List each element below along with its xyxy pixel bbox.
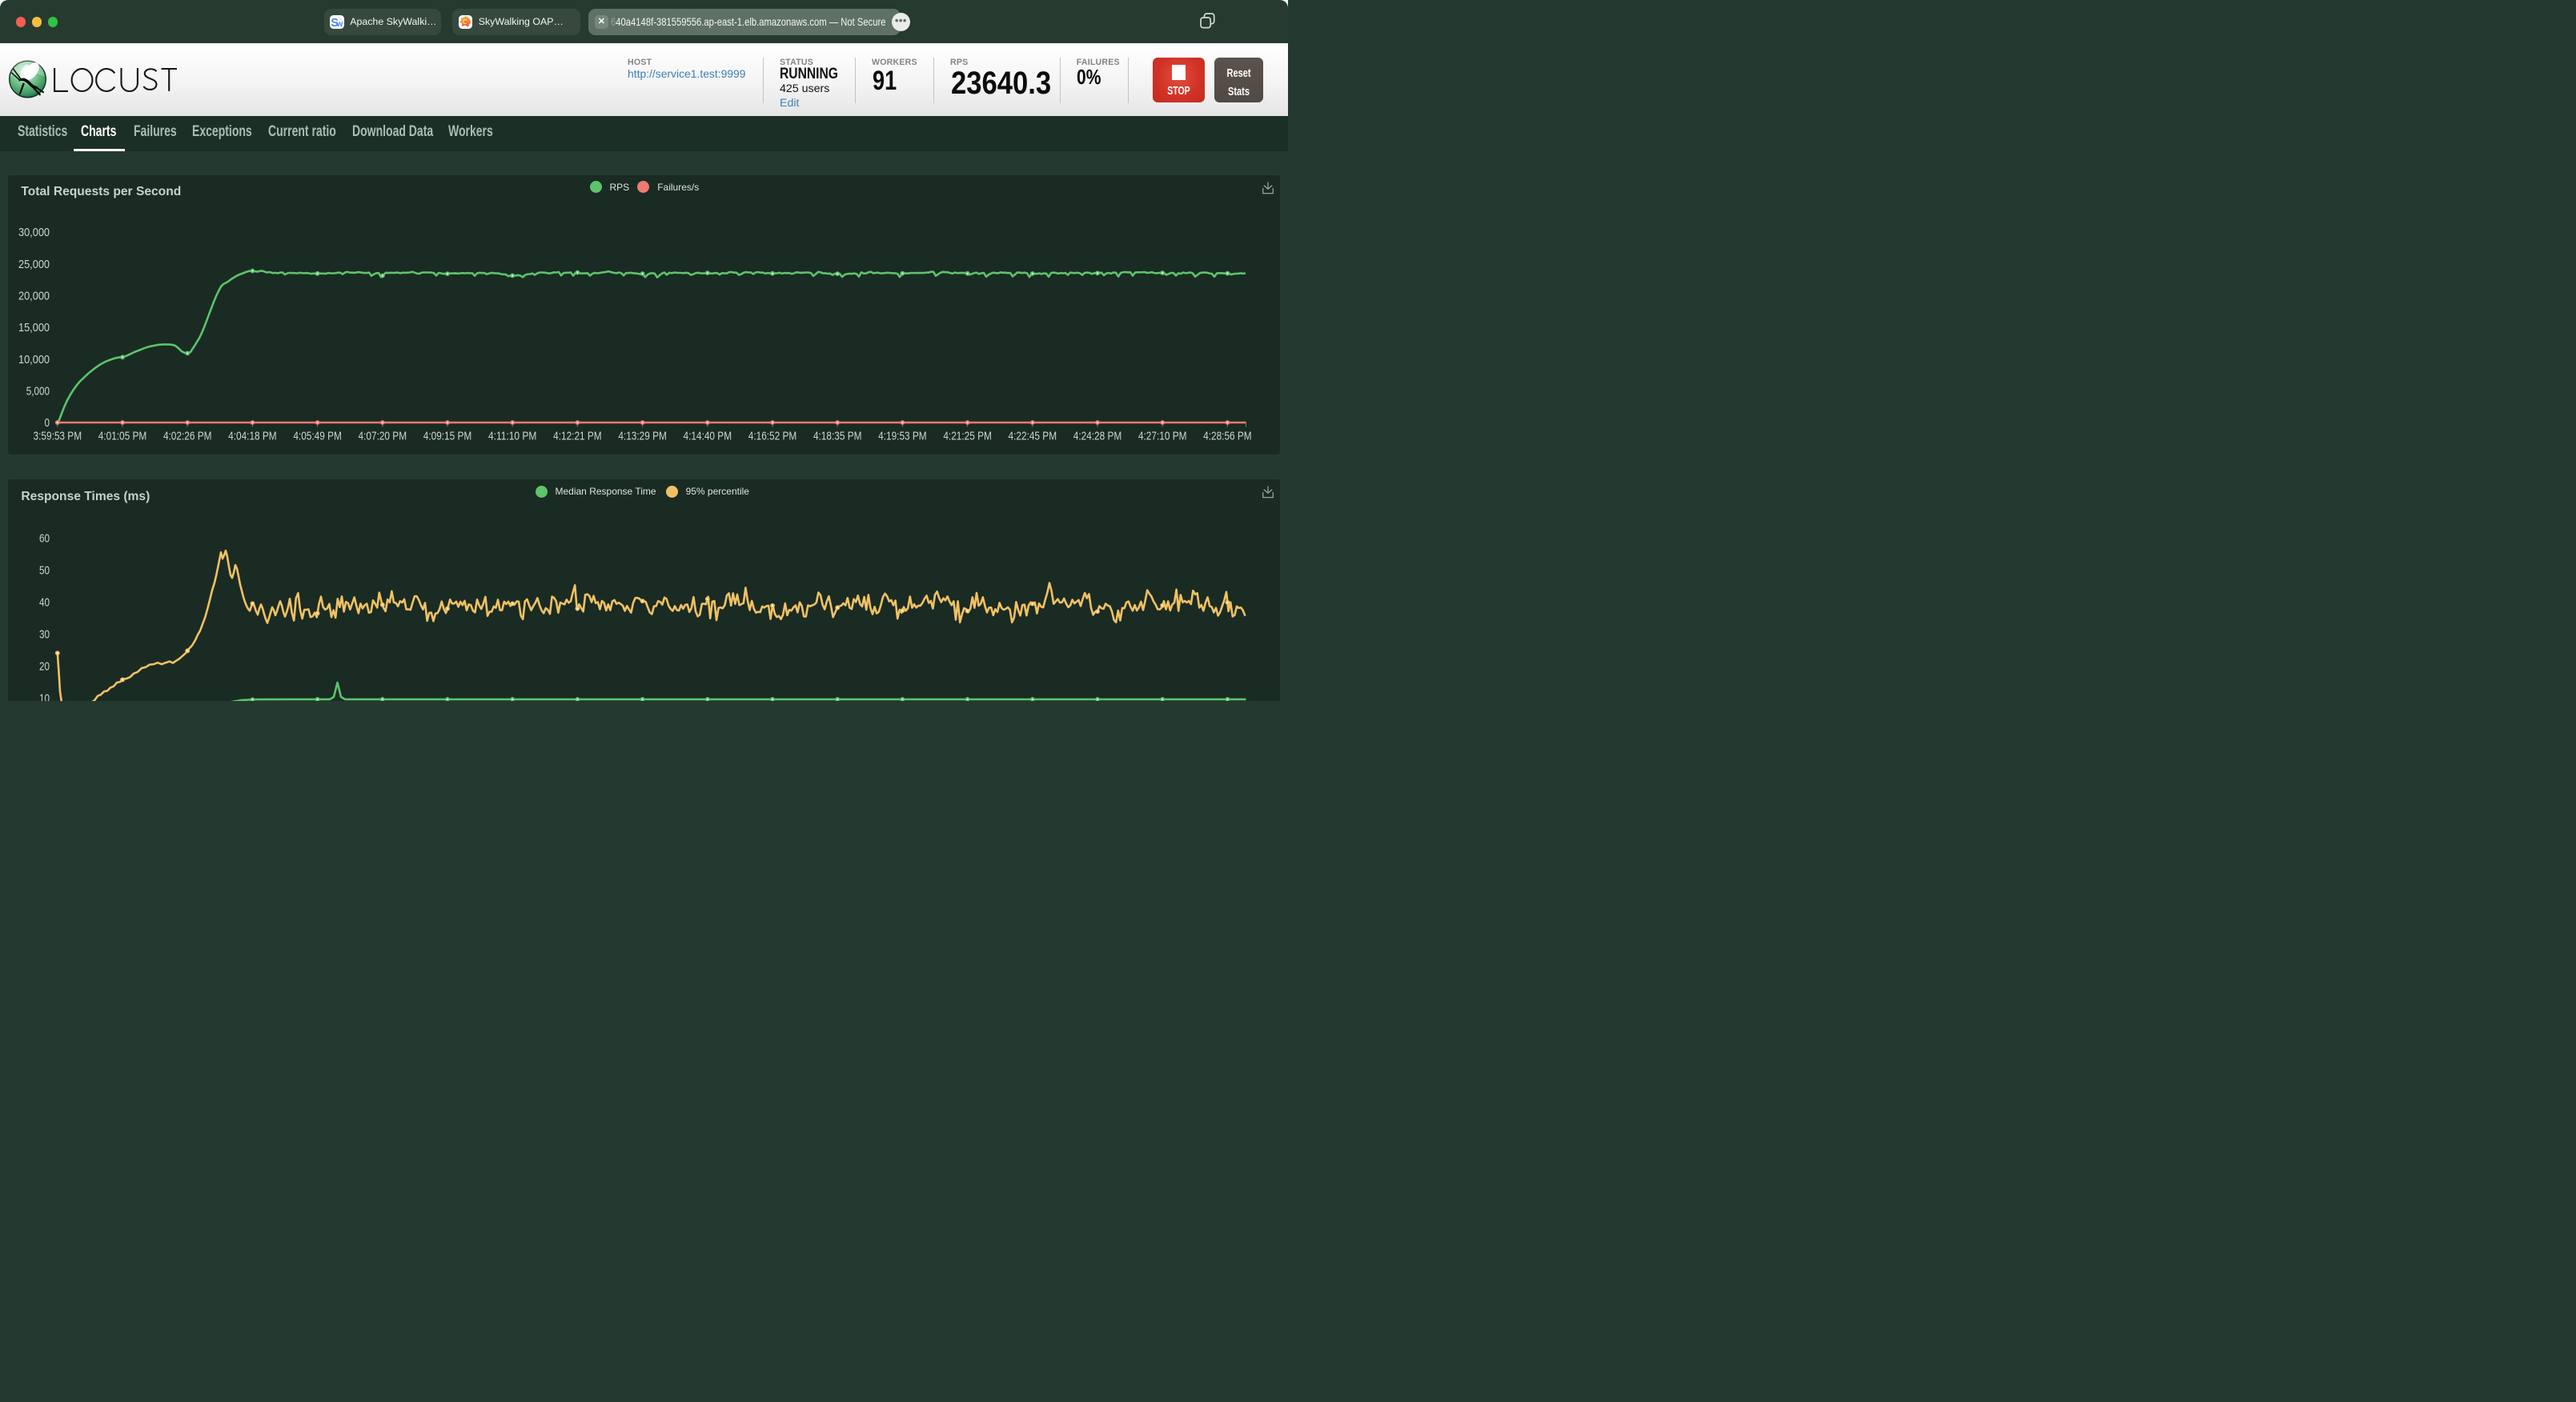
svg-text:10: 10 xyxy=(39,693,50,702)
svg-text:4:02:26 PM: 4:02:26 PM xyxy=(163,430,212,443)
svg-text:50: 50 xyxy=(39,565,50,578)
svg-text:4:24:28 PM: 4:24:28 PM xyxy=(1073,430,1122,443)
svg-text:4:28:56 PM: 4:28:56 PM xyxy=(1203,430,1252,443)
svg-text:4:01:05 PM: 4:01:05 PM xyxy=(98,430,147,443)
svg-text:4:21:25 PM: 4:21:25 PM xyxy=(943,430,992,443)
svg-text:10,000: 10,000 xyxy=(18,354,50,367)
svg-text:15,000: 15,000 xyxy=(18,322,50,334)
svg-text:20,000: 20,000 xyxy=(18,290,50,302)
svg-text:4:19:53 PM: 4:19:53 PM xyxy=(878,430,927,443)
svg-text:4:13:29 PM: 4:13:29 PM xyxy=(618,430,667,443)
svg-text:4:27:10 PM: 4:27:10 PM xyxy=(1138,430,1187,443)
svg-text:4:04:18 PM: 4:04:18 PM xyxy=(228,430,277,443)
svg-text:0: 0 xyxy=(45,417,50,430)
svg-text:4:22:45 PM: 4:22:45 PM xyxy=(1009,430,1057,443)
svg-text:4:18:35 PM: 4:18:35 PM xyxy=(813,430,862,443)
svg-text:60: 60 xyxy=(39,533,50,546)
svg-text:3:59:53 PM: 3:59:53 PM xyxy=(34,430,82,443)
svg-text:40: 40 xyxy=(39,597,50,610)
svg-text:30: 30 xyxy=(39,629,50,642)
svg-text:25,000: 25,000 xyxy=(18,258,50,271)
svg-text:4:14:40 PM: 4:14:40 PM xyxy=(684,430,732,443)
svg-text:20: 20 xyxy=(39,661,50,674)
svg-text:4:09:15 PM: 4:09:15 PM xyxy=(423,430,472,443)
svg-text:30,000: 30,000 xyxy=(18,226,50,239)
svg-text:4:05:49 PM: 4:05:49 PM xyxy=(293,430,342,443)
svg-text:4:16:52 PM: 4:16:52 PM xyxy=(748,430,797,443)
svg-text:5,000: 5,000 xyxy=(26,385,50,398)
svg-text:w: w xyxy=(336,20,343,29)
svg-text:4:07:20 PM: 4:07:20 PM xyxy=(359,430,407,443)
svg-text:4:12:21 PM: 4:12:21 PM xyxy=(553,430,602,443)
svg-text:4:11:10 PM: 4:11:10 PM xyxy=(488,430,537,443)
